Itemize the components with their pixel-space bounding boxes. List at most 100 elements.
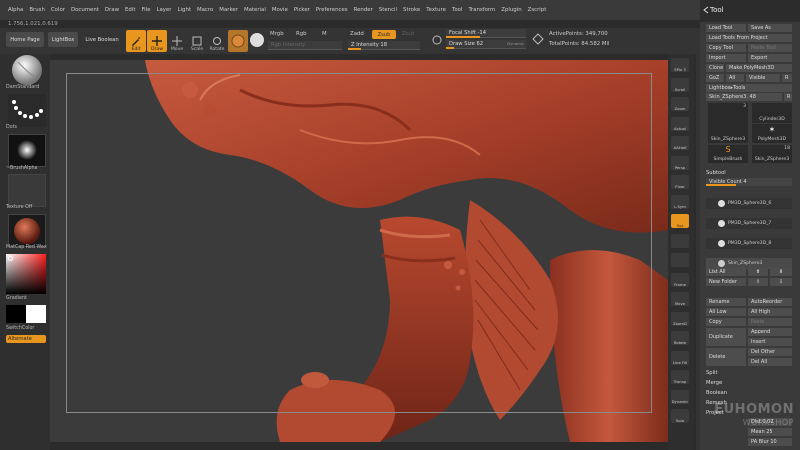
switch-color-button[interactable]: SwitchColor — [6, 326, 34, 331]
live-boolean-button[interactable]: Live Boolean — [83, 32, 121, 47]
right-shelf-button-zoomd[interactable]: ZoomD — [671, 311, 689, 326]
stencil-icon[interactable] — [250, 33, 264, 47]
arrow-down-icon[interactable]: ⇩ — [770, 278, 792, 286]
rgb-intensity-slider[interactable]: Rgb Intensity — [268, 41, 342, 50]
menu-item-file[interactable]: File — [141, 7, 150, 13]
right-shelf-button-dynamic[interactable]: Dynamic — [671, 389, 689, 404]
right-shelf-button-line-fill[interactable]: Line Fill — [671, 350, 689, 365]
menu-item-document[interactable]: Document — [71, 7, 99, 13]
pa-blur-slider[interactable]: PA Blur 10 — [748, 438, 792, 446]
material-swatch-button[interactable] — [228, 30, 248, 52]
edit-button[interactable]: Edit — [126, 30, 146, 52]
all-high-button[interactable]: All High — [748, 308, 792, 316]
menu-item-render[interactable]: Render — [354, 7, 373, 13]
zadd-toggle[interactable]: Zadd — [350, 31, 364, 37]
export-button[interactable]: Export — [748, 54, 792, 62]
all-low-button[interactable]: All Low — [706, 308, 746, 316]
arrow-up-icon[interactable]: ⇧ — [748, 278, 768, 286]
canvas-viewport[interactable] — [50, 60, 668, 442]
menu-item-macro[interactable]: Macro — [197, 7, 213, 13]
brush-selector[interactable] — [8, 54, 46, 87]
right-shelf-button-rotate[interactable]: Rotate — [671, 331, 689, 345]
load-tool-button[interactable]: Load Tool — [706, 24, 746, 32]
subtool-row[interactable]: PM3D_Sphere3D_7 — [706, 218, 792, 229]
tool-thumb-skin-zsphere[interactable]: 3 Skin_ZSphere3 — [708, 103, 748, 143]
visible-button[interactable]: Visible — [746, 74, 780, 82]
new-folder-button[interactable]: New Folder — [706, 278, 746, 286]
mrgb-toggle[interactable]: Mrgb — [270, 31, 284, 37]
clone-button[interactable]: Clone — [706, 64, 724, 72]
subtool-header[interactable]: Subtool — [706, 170, 726, 176]
alpha-selector[interactable] — [8, 134, 46, 167]
delete-button[interactable]: Delete — [706, 348, 746, 366]
import-button[interactable]: Import — [706, 54, 746, 62]
stroke-selector[interactable] — [8, 94, 46, 127]
lightbox-button[interactable]: LightBox — [48, 32, 78, 47]
del-all-button[interactable]: Del All — [748, 358, 792, 366]
menu-item-zscript[interactable]: Zscript — [528, 7, 547, 13]
menu-item-preferences[interactable]: Preferences — [316, 7, 348, 13]
right-shelf-button-scroll[interactable]: Scroll — [671, 77, 689, 92]
arrow-down-icon[interactable]: ⬇ — [770, 268, 792, 276]
menu-item-texture[interactable]: Texture — [426, 7, 446, 13]
right-shelf-button-xyz[interactable]: Xyz — [671, 214, 689, 228]
menu-item-marker[interactable]: Marker — [219, 7, 238, 13]
save-as-button[interactable]: Save As — [748, 24, 792, 32]
move-button[interactable]: Move — [167, 30, 187, 52]
draw-button[interactable]: Draw — [147, 30, 167, 52]
split-section[interactable]: Split — [706, 370, 718, 376]
subtool-row[interactable]: PM3D_Sphere3D_8 — [706, 238, 792, 249]
menu-item-picker[interactable]: Picker — [294, 7, 310, 13]
menu-item-color[interactable]: Color — [51, 7, 65, 13]
primary-color-swatch[interactable] — [6, 305, 26, 323]
alternate-button[interactable]: Alternate — [6, 335, 46, 343]
menu-item-tool[interactable]: Tool — [452, 7, 462, 13]
current-tool-r-button[interactable]: R — [784, 93, 792, 101]
home-page-button[interactable]: Home Page — [6, 32, 44, 47]
list-all-button[interactable]: List All — [706, 268, 746, 276]
zsub-toggle[interactable]: Zsub — [372, 30, 396, 39]
right-shelf-button-l-sym[interactable]: L.Sym — [671, 194, 689, 209]
right-shelf-button-actual[interactable]: Actual — [671, 116, 689, 131]
menu-item-layer[interactable]: Layer — [156, 7, 171, 13]
visible-count-slider[interactable]: Visible Count 4 — [706, 178, 792, 186]
menu-item-stroke[interactable]: Stroke — [403, 7, 420, 13]
color-picker-handle[interactable] — [8, 256, 13, 261]
scale-button[interactable]: Scale — [187, 30, 207, 52]
material-selector[interactable] — [8, 214, 46, 247]
arrow-up-icon[interactable]: ⬆ — [748, 268, 768, 276]
copy-button[interactable]: Copy — [706, 318, 746, 326]
texture-selector[interactable] — [8, 174, 46, 207]
z-intensity-slider[interactable]: Z Intensity 18 — [348, 41, 420, 50]
goz-button[interactable]: GoZ — [706, 74, 724, 82]
r-button[interactable]: R — [782, 74, 792, 82]
menu-item-movie[interactable]: Movie — [272, 7, 288, 13]
menu-item-material[interactable]: Material — [244, 7, 266, 13]
tool-thumb-skin-zsphere-2[interactable]: 18 Skin_ZSphere3 — [752, 145, 792, 163]
menu-item-draw[interactable]: Draw — [105, 7, 119, 13]
m-toggle[interactable]: M — [322, 31, 327, 37]
all-button[interactable]: All — [726, 74, 744, 82]
rotate-button[interactable]: Rotate — [207, 30, 227, 52]
right-shelf-button-zoom[interactable]: Zoom — [671, 97, 689, 111]
paste-tool-button[interactable]: Paste Tool — [748, 44, 792, 52]
rename-button[interactable]: Rename — [706, 298, 746, 306]
load-tools-from-project-button[interactable]: Load Tools From Project — [706, 34, 792, 42]
duplicate-button[interactable]: Duplicate — [706, 328, 746, 346]
menu-item-brush[interactable]: Brush — [29, 7, 45, 13]
tool-thumb-simplebrush[interactable]: S SimpleBrush — [708, 145, 748, 163]
right-shelf-button-frame[interactable]: Frame — [671, 272, 689, 287]
insert-button[interactable]: Insert — [748, 338, 792, 346]
tool-thumb-polymesh[interactable]: ✶ PolyMesh3D — [752, 124, 792, 143]
menu-item-stencil[interactable]: Stencil — [379, 7, 397, 13]
right-shelf-button-persp[interactable]: Persp — [671, 155, 689, 170]
copy-tool-button[interactable]: Copy Tool — [706, 44, 746, 52]
right-shelf-button-transp[interactable]: Transp — [671, 370, 689, 384]
merge-section[interactable]: Merge — [706, 380, 722, 386]
draw-size-slider[interactable]: Draw Size 62 Dynamic — [446, 40, 526, 49]
right-shelf-button-solo[interactable]: Solo — [671, 409, 689, 423]
del-other-button[interactable]: Del Other — [748, 348, 792, 356]
subtool-row[interactable]: PM3D_Sphere3D_6 — [706, 198, 792, 209]
paste-button[interactable]: Paste — [748, 318, 792, 326]
tool-thumb-cylinder[interactable]: Cylinder3D — [752, 103, 792, 123]
